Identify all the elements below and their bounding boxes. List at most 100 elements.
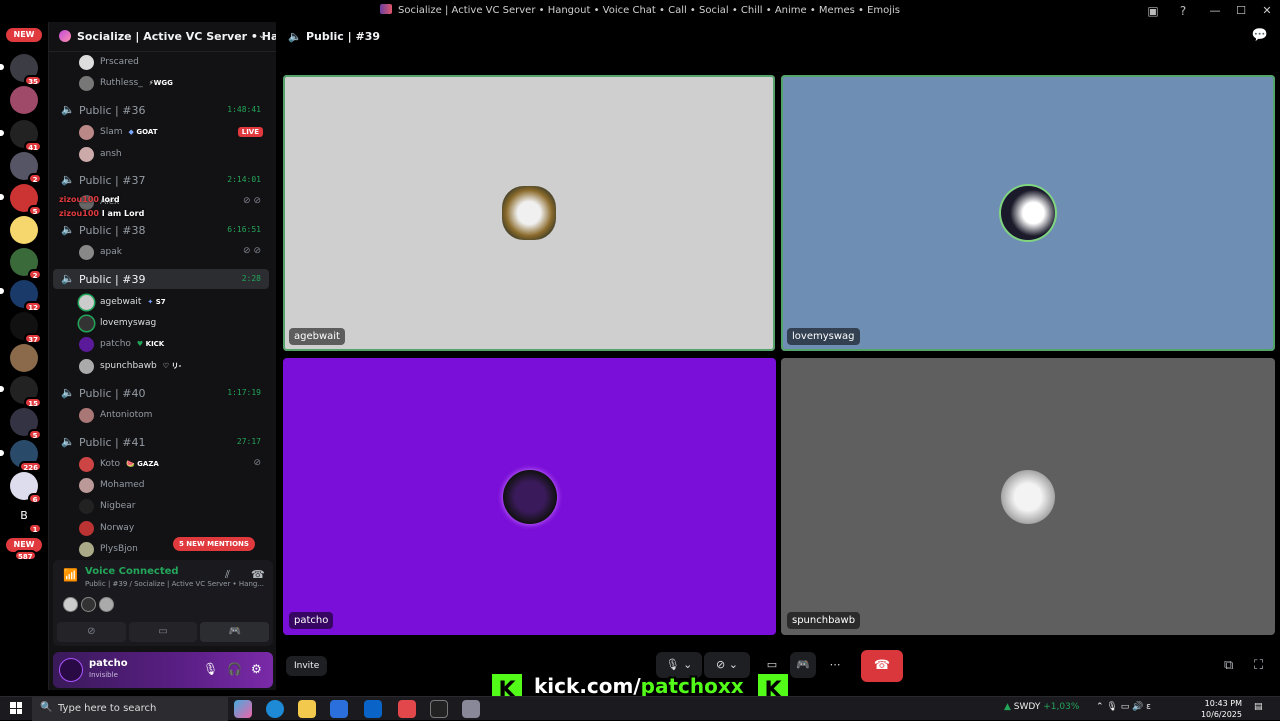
server-icon[interactable] bbox=[10, 86, 38, 114]
notification-icon[interactable]: ▤ bbox=[1254, 702, 1263, 712]
disconnect-icon[interactable]: ☎ bbox=[251, 568, 265, 581]
speaker-icon: 🔈 bbox=[61, 272, 75, 285]
server-icon[interactable]: 37 bbox=[10, 312, 42, 344]
title-bar: Socialize | Active VC Server • Hangout •… bbox=[0, 0, 1280, 22]
minimize-button[interactable]: — bbox=[1202, 0, 1228, 22]
copilot-icon[interactable] bbox=[234, 700, 252, 718]
stock-ticker[interactable]: ▲ SWDY +1,03% bbox=[1004, 702, 1079, 712]
server-icon[interactable]: 5 bbox=[10, 408, 42, 440]
server-icon[interactable]: 15 bbox=[10, 376, 42, 408]
voice-member[interactable]: Slam ◆ GOAT LIVE bbox=[79, 124, 269, 142]
fullscreen-icon[interactable]: ⛶ bbox=[1254, 658, 1263, 673]
windows-start-icon[interactable] bbox=[10, 702, 22, 714]
voice-member[interactable]: Prscared bbox=[79, 54, 269, 72]
app-icon[interactable] bbox=[398, 700, 416, 718]
inbox-icon[interactable]: ▣ bbox=[1146, 4, 1160, 18]
server-icon[interactable] bbox=[10, 344, 38, 372]
new-badge[interactable]: NEW bbox=[6, 28, 42, 42]
member-name: Koto 🍉 GAZA bbox=[100, 459, 159, 469]
avatar[interactable] bbox=[99, 597, 114, 612]
camera-off-button[interactable]: ⊘ bbox=[57, 622, 126, 642]
help-icon[interactable]: ? bbox=[1176, 4, 1190, 18]
headphones-icon[interactable]: 🎧 bbox=[227, 662, 242, 676]
voice-member[interactable]: Antoniotom bbox=[79, 407, 269, 425]
taskbar-search[interactable]: 🔍 Type here to search bbox=[32, 697, 228, 721]
activity-button[interactable]: 🎮 bbox=[200, 622, 270, 642]
username[interactable]: patcho bbox=[89, 658, 128, 669]
gear-icon[interactable]: ⚙ bbox=[251, 662, 262, 676]
file-explorer-icon[interactable] bbox=[298, 700, 316, 718]
more-options-button[interactable]: ⋯ bbox=[822, 652, 848, 678]
member-name: Antoniotom bbox=[100, 410, 153, 420]
voice-channel-38[interactable]: 🔈 Public | #38 6:16:51 bbox=[53, 220, 269, 240]
close-button[interactable]: ✕ bbox=[1254, 0, 1280, 22]
chat-user: zizou100 bbox=[59, 209, 99, 218]
avatar[interactable] bbox=[59, 658, 83, 682]
video-tile[interactable]: patcho bbox=[283, 358, 776, 635]
clock-time: 10:43 PM bbox=[1204, 699, 1242, 708]
chat-bubble-icon[interactable]: 💬 bbox=[1252, 28, 1268, 43]
avatar[interactable] bbox=[63, 597, 78, 612]
end-call-button[interactable]: ☎ bbox=[861, 650, 903, 682]
capcut-icon[interactable] bbox=[430, 700, 448, 718]
maximize-button[interactable]: ☐ bbox=[1228, 0, 1254, 22]
avatar[interactable] bbox=[81, 597, 96, 612]
server-icon[interactable]: 6 bbox=[10, 472, 42, 504]
voice-channel-40[interactable]: 🔈 Public | #40 1:17:19 bbox=[53, 383, 269, 403]
voice-channel-39[interactable]: 🔈 Public | #39 2:28 bbox=[53, 269, 269, 289]
voice-status[interactable]: Voice Connected bbox=[85, 566, 179, 577]
voice-member[interactable]: patcho ♥ KICK bbox=[79, 336, 269, 354]
noise-suppression-icon[interactable]: ⫽ bbox=[225, 568, 230, 582]
server-icon[interactable]: 12 bbox=[10, 280, 42, 312]
voice-member[interactable]: agebwait ✦ S7 bbox=[79, 294, 269, 312]
video-tile[interactable]: agebwait bbox=[283, 75, 775, 351]
video-tile[interactable]: spunchbawb bbox=[781, 358, 1275, 635]
activity-button[interactable]: 🎮 bbox=[790, 652, 816, 678]
video-tile[interactable]: lovemyswag bbox=[781, 75, 1275, 351]
popout-icon[interactable]: ⧉ bbox=[1224, 658, 1233, 673]
voice-channel-36[interactable]: 🔈 Public | #36 1:48:41 bbox=[53, 100, 269, 120]
voice-channel-path[interactable]: Public | #39 / Socialize | Active VC Ser… bbox=[85, 580, 264, 588]
store-icon[interactable] bbox=[330, 700, 348, 718]
muted-icon: ⊘ bbox=[253, 458, 261, 468]
server-icon[interactable]: B1 bbox=[10, 502, 42, 534]
new-mentions-pill[interactable]: 5 NEW MENTIONS bbox=[173, 537, 255, 551]
server-icon[interactable]: 5 bbox=[10, 184, 42, 216]
tray-icons[interactable]: ⌃ 🎙 ▭ 🔊 ε bbox=[1096, 702, 1151, 712]
voice-stage: 🔈 Public | #39 💬 agebwait lovemyswag pat… bbox=[276, 22, 1280, 690]
voice-member[interactable]: Ruthless_ ⚡WGG bbox=[79, 75, 269, 93]
edge-icon[interactable] bbox=[266, 700, 284, 718]
channel-timer: 2:14:01 bbox=[227, 175, 261, 184]
voice-channel-41[interactable]: 🔈 Public | #41 27:17 bbox=[53, 432, 269, 452]
member-name: PlysBjon bbox=[100, 544, 138, 554]
voice-member[interactable]: Koto 🍉 GAZA ⊘ bbox=[79, 456, 269, 474]
avatar bbox=[79, 499, 94, 514]
voice-member[interactable]: apak ⊘ ⊘ bbox=[79, 244, 269, 262]
avatar bbox=[79, 337, 94, 352]
server-icon[interactable]: 2 bbox=[10, 248, 42, 280]
server-icon[interactable]: 2 bbox=[10, 152, 42, 184]
outlook-icon[interactable] bbox=[364, 700, 382, 718]
voice-channel-37[interactable]: 🔈 Public | #37 2:14:01 bbox=[53, 170, 269, 190]
voice-member[interactable]: ansh bbox=[79, 146, 269, 164]
voice-member[interactable]: lovemyswag bbox=[79, 315, 269, 333]
system-clock[interactable]: 10:43 PM 10/6/2025 bbox=[1201, 698, 1242, 720]
server-icon[interactable]: 41 bbox=[10, 120, 42, 152]
signal-icon[interactable]: 📶 bbox=[63, 568, 78, 582]
invite-button[interactable]: Invite bbox=[286, 656, 328, 676]
app-icon[interactable] bbox=[462, 700, 480, 718]
server-header[interactable]: Socialize | Active VC Server • Hango... … bbox=[49, 22, 276, 52]
server-icon[interactable]: 35 bbox=[10, 54, 42, 86]
server-icon[interactable] bbox=[10, 216, 38, 244]
microphone-icon[interactable]: 🎙 bbox=[203, 662, 218, 676]
voice-member[interactable]: Nigbear bbox=[79, 498, 269, 516]
screen-share-button[interactable]: ▭ bbox=[128, 622, 198, 642]
voice-member[interactable]: spunchbawb ♡ リ- bbox=[79, 358, 269, 376]
chat-overlay-line: zizou100 lord bbox=[59, 195, 120, 204]
live-badge[interactable]: LIVE bbox=[237, 127, 263, 137]
member-tag: ✦ S7 bbox=[147, 298, 165, 306]
chevron-down-icon[interactable]: ⌄ bbox=[258, 30, 266, 41]
server-icon[interactable]: 226 bbox=[10, 440, 42, 472]
voice-member[interactable]: Mohamed bbox=[79, 477, 269, 495]
voice-member[interactable]: Norway bbox=[79, 520, 269, 538]
